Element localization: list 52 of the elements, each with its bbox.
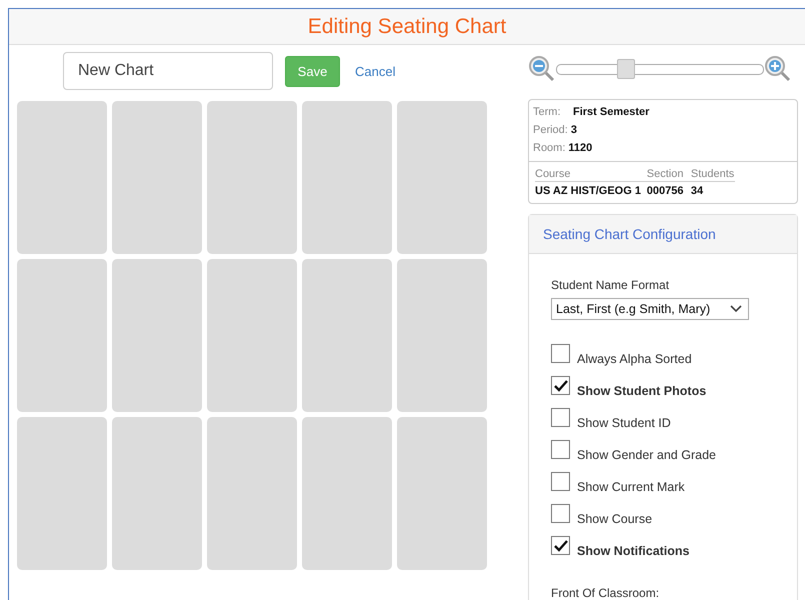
period-label: Period: <box>533 124 568 136</box>
seat-tile[interactable] <box>302 417 392 570</box>
term-value: First Semester <box>573 106 650 118</box>
seat-tile[interactable] <box>207 101 297 254</box>
seat-tile[interactable] <box>207 259 297 412</box>
option-label: Always Alpha Sorted <box>577 352 692 366</box>
zoom-in-icon[interactable] <box>764 55 792 83</box>
checkbox[interactable] <box>551 472 570 491</box>
option-label: Show Notifications <box>577 544 690 558</box>
cancel-link[interactable]: Cancel <box>355 64 396 78</box>
window-title: Editing Seating Chart <box>308 14 506 38</box>
zoom-out-icon[interactable] <box>528 55 556 83</box>
front-of-classroom-label: Front Of Classroom: <box>551 586 660 600</box>
table-cell-text: 34 <box>690 184 704 197</box>
table-cell-text: 000756 <box>646 184 684 197</box>
seat-tile[interactable] <box>302 101 392 254</box>
term-label: Term: <box>533 106 562 118</box>
seat-tile[interactable] <box>17 101 107 254</box>
option-label: Show Gender and Grade <box>577 448 716 462</box>
seat-tile[interactable] <box>112 259 202 412</box>
option-label: Show Student ID <box>577 416 671 430</box>
seat-tile[interactable] <box>17 259 107 412</box>
chevron-icon <box>730 305 742 313</box>
checkbox[interactable] <box>551 536 570 555</box>
panel-title: Seating Chart Configuration <box>543 226 716 242</box>
checkbox[interactable] <box>551 408 570 427</box>
seat-tile[interactable] <box>112 101 202 254</box>
name-format-label: Student Name Format <box>551 278 670 292</box>
option-label: Show Student Photos <box>577 384 706 398</box>
checkbox[interactable] <box>551 344 570 363</box>
option-label: Show Course <box>577 512 652 526</box>
seat-tile[interactable] <box>17 417 107 570</box>
zoom-slider[interactable] <box>556 59 764 79</box>
checkbox[interactable] <box>551 504 570 523</box>
chart-name-field[interactable]: New Chart <box>63 52 273 90</box>
period-value: 3 <box>570 124 577 136</box>
option-label: Show Current Mark <box>577 480 685 494</box>
checkbox[interactable] <box>551 440 570 459</box>
table-cell-text: US AZ HIST/GEOG 1 <box>535 184 642 197</box>
seat-tile[interactable] <box>397 417 487 570</box>
seat-tile[interactable] <box>397 259 487 412</box>
column-header: Course <box>535 168 572 180</box>
column-header: Students <box>690 168 736 180</box>
checkbox[interactable] <box>551 376 570 395</box>
name-format-dropdown[interactable]: Last, First (e.g Smith, Mary) <box>551 298 749 320</box>
room-label: Room: <box>533 142 566 154</box>
seat-tile[interactable] <box>207 417 297 570</box>
column-header: Section <box>646 168 684 180</box>
seat-tile[interactable] <box>112 417 202 570</box>
seat-tile[interactable] <box>397 101 487 254</box>
seat-tile[interactable] <box>302 259 392 412</box>
room-value: 1120 <box>568 142 592 154</box>
